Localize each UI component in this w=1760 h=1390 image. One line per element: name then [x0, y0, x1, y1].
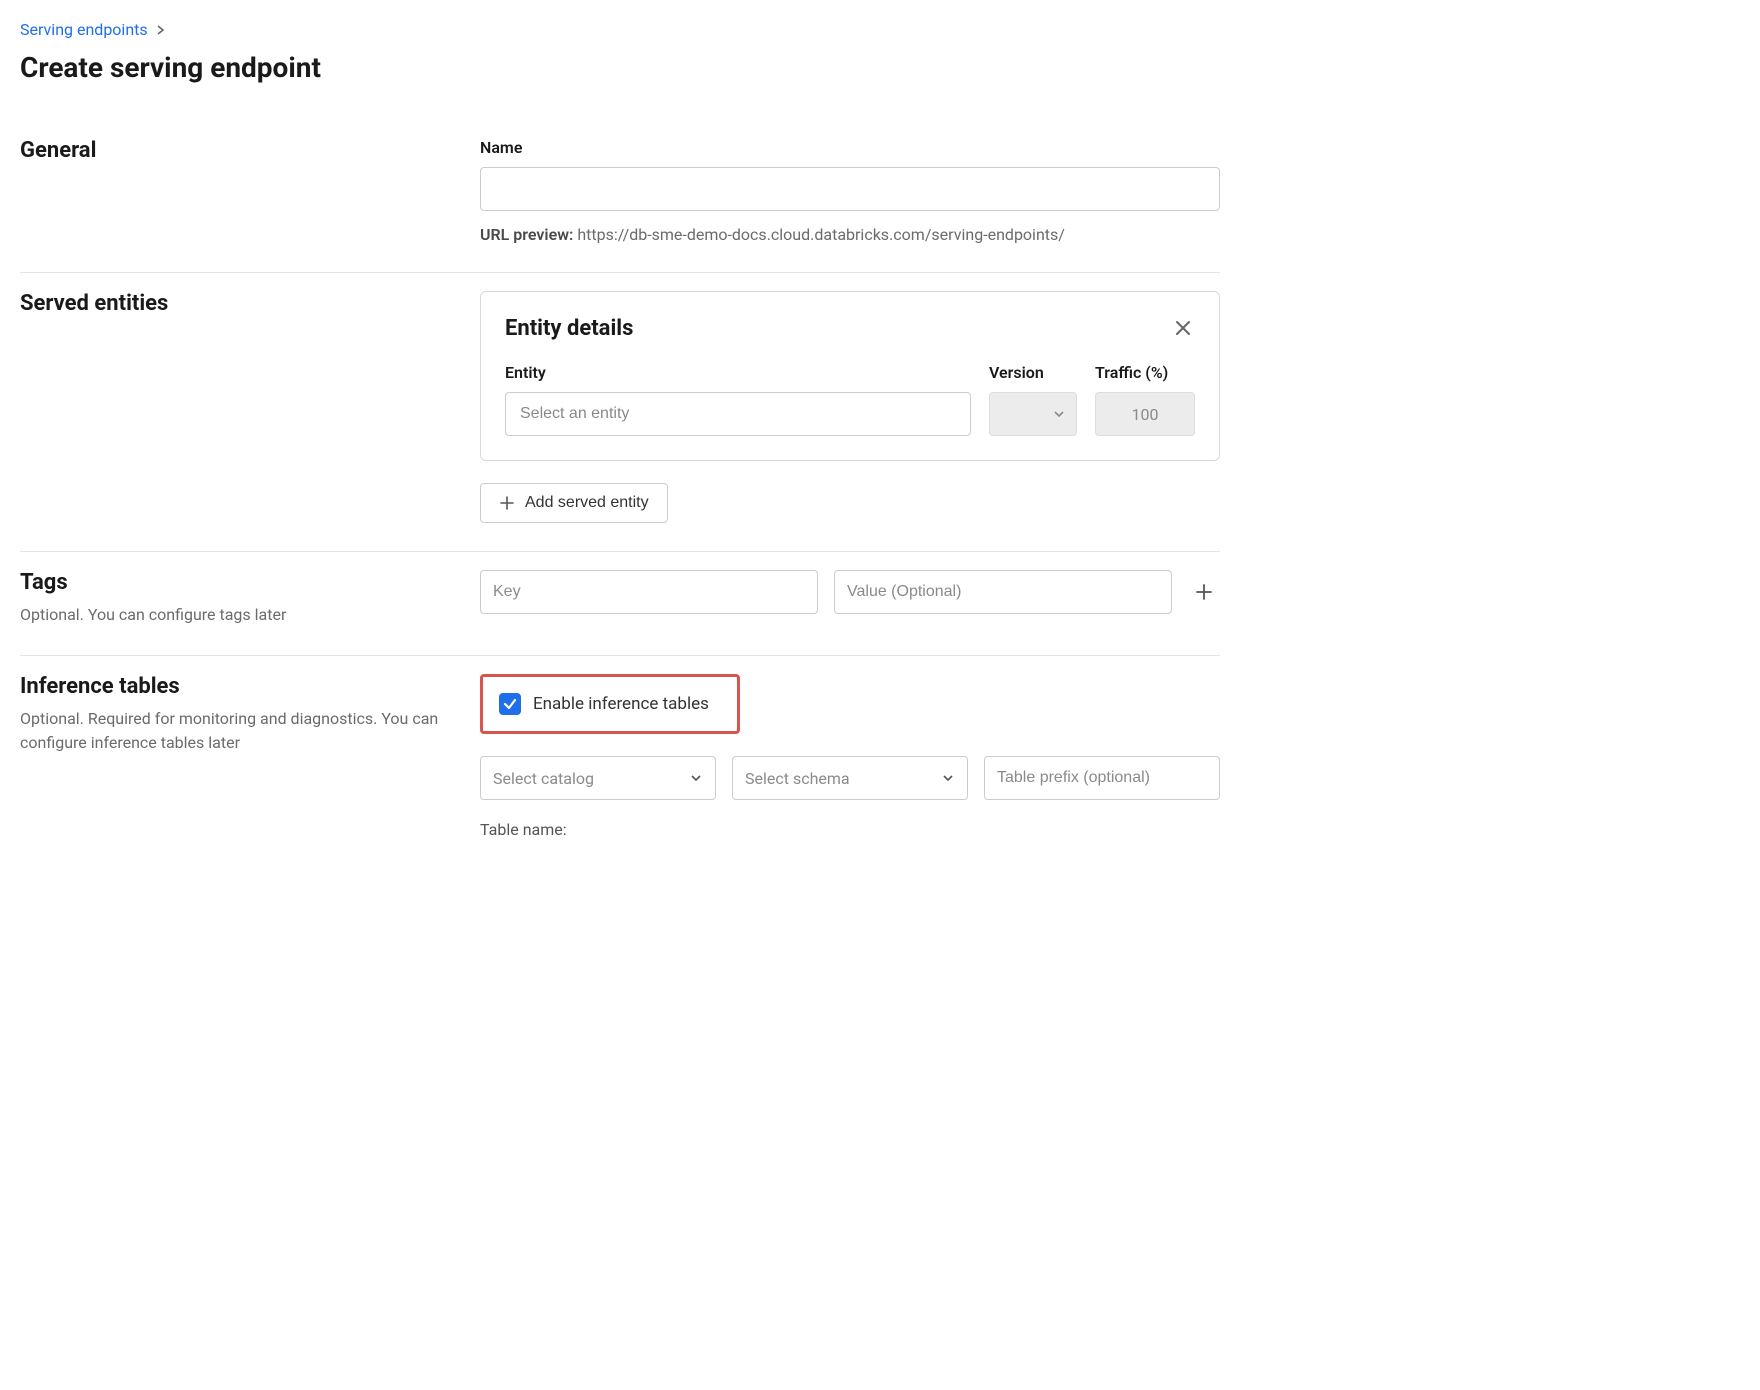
tag-key-input[interactable] — [480, 570, 818, 614]
table-prefix-input[interactable] — [984, 756, 1220, 800]
table-name-label: Table name: — [480, 820, 1220, 839]
section-inference-tables: Inference tables Optional. Required for … — [20, 656, 1220, 867]
entity-details-card: Entity details Entity Version — [480, 291, 1220, 461]
traffic-value: 100 — [1132, 405, 1159, 424]
section-heading-tags: Tags — [20, 570, 440, 595]
add-served-entity-label: Add served entity — [525, 494, 649, 512]
inference-desc: Optional. Required for monitoring and di… — [20, 707, 440, 755]
enable-inference-label: Enable inference tables — [533, 694, 709, 714]
url-preview-value: https://db-sme-demo-docs.cloud.databrick… — [577, 225, 1065, 244]
section-heading-served: Served entities — [20, 291, 440, 316]
check-icon — [503, 697, 517, 711]
section-tags: Tags Optional. You can configure tags la… — [20, 552, 1220, 656]
tags-desc: Optional. You can configure tags later — [20, 603, 440, 627]
plus-icon — [1194, 582, 1214, 602]
chevron-right-icon — [156, 25, 166, 35]
section-heading-general: General — [20, 138, 440, 163]
close-icon — [1174, 319, 1192, 337]
enable-inference-checkbox-row[interactable]: Enable inference tables — [480, 674, 740, 734]
add-tag-button[interactable] — [1188, 576, 1220, 608]
version-select[interactable] — [989, 392, 1077, 436]
url-preview-label: URL preview: — [480, 225, 573, 244]
enable-inference-checkbox[interactable] — [499, 693, 521, 715]
chevron-down-icon — [1052, 407, 1066, 421]
url-preview: URL preview: https://db-sme-demo-docs.cl… — [480, 225, 1220, 244]
section-general: General Name URL preview: https://db-sme… — [20, 120, 1220, 273]
name-label: Name — [480, 138, 1220, 157]
breadcrumb-link-serving-endpoints[interactable]: Serving endpoints — [20, 20, 148, 39]
add-served-entity-button[interactable]: Add served entity — [480, 483, 668, 523]
chevron-down-icon — [689, 771, 703, 785]
catalog-select[interactable]: Select catalog — [480, 756, 716, 800]
schema-placeholder: Select schema — [745, 769, 850, 788]
traffic-label: Traffic (%) — [1095, 363, 1195, 382]
version-label: Version — [989, 363, 1077, 382]
traffic-input[interactable]: 100 — [1095, 392, 1195, 436]
section-heading-inference: Inference tables — [20, 674, 440, 699]
page-title: Create serving endpoint — [20, 51, 1220, 84]
name-input[interactable] — [480, 167, 1220, 211]
plus-icon — [499, 495, 515, 511]
schema-select[interactable]: Select schema — [732, 756, 968, 800]
section-served-entities: Served entities Entity details Entity Ve… — [20, 273, 1220, 552]
entity-label: Entity — [505, 363, 971, 382]
tag-value-input[interactable] — [834, 570, 1172, 614]
entity-input[interactable] — [505, 392, 971, 436]
catalog-placeholder: Select catalog — [493, 769, 594, 788]
entity-details-title: Entity details — [505, 316, 1195, 341]
chevron-down-icon — [941, 771, 955, 785]
close-entity-button[interactable] — [1169, 314, 1197, 342]
breadcrumb: Serving endpoints — [20, 20, 1220, 39]
